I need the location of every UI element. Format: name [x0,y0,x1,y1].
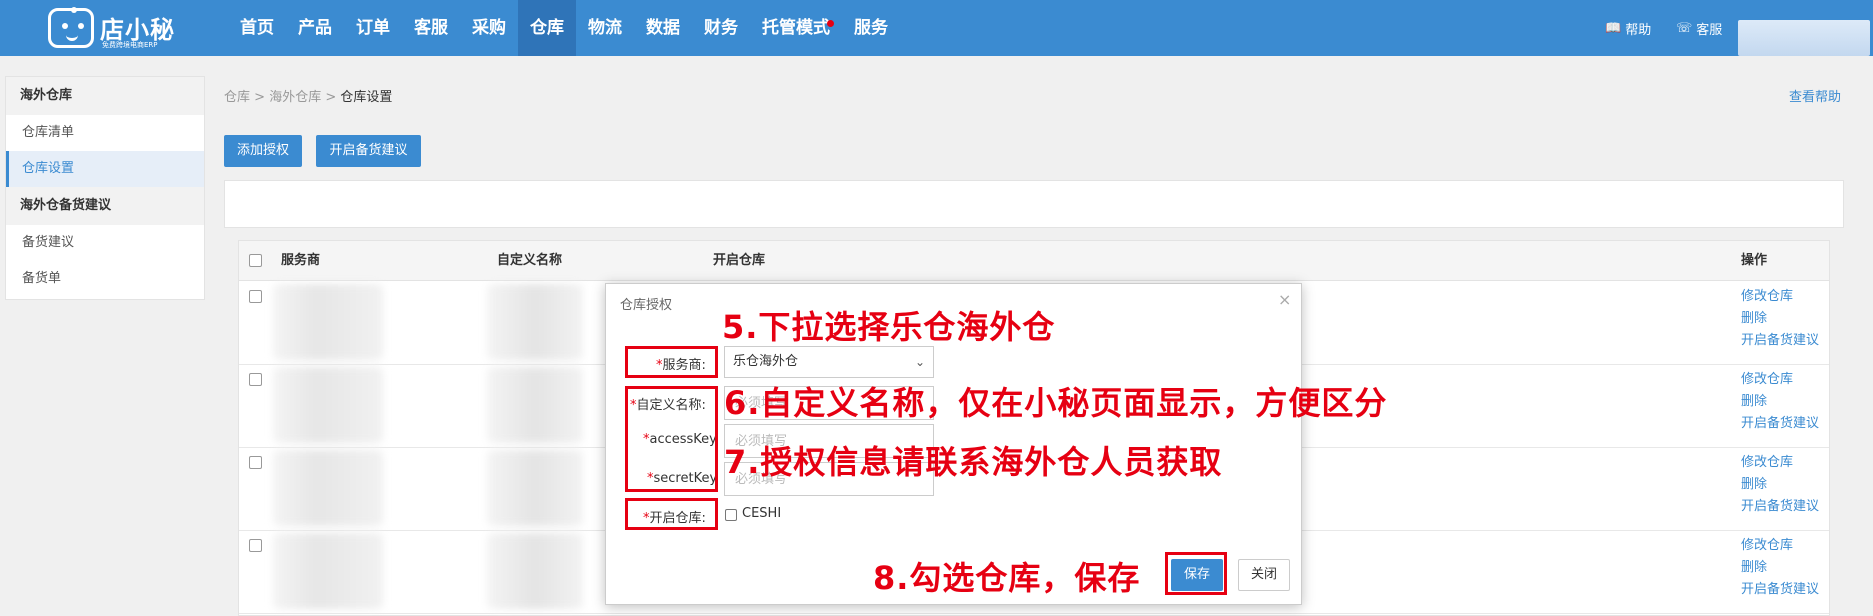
enable-stock-advice-link[interactable]: 开启备货建议 [1741,498,1819,516]
edit-warehouse-link[interactable]: 修改仓库 [1741,371,1819,389]
annotation-box-provider [625,346,718,378]
delete-link[interactable]: 删除 [1741,559,1819,577]
redacted-name [487,450,583,526]
edit-warehouse-link[interactable]: 修改仓库 [1741,288,1819,306]
nav-data[interactable]: 数据 [634,0,692,56]
column-actions: 操作 [1741,253,1768,268]
view-help-link[interactable]: 查看帮助 [1789,86,1841,105]
delete-link[interactable]: 删除 [1741,393,1819,411]
row-checkbox[interactable] [249,539,262,552]
notification-dot-icon [827,20,834,27]
annotation-step7: 7.授权信息请联系海外仓人员获取 [724,443,1223,481]
breadcrumb-item[interactable]: 海外仓库 [269,90,321,105]
nav-finance[interactable]: 财务 [692,0,750,56]
row-actions: 修改仓库 删除 开启备货建议 [1741,371,1819,433]
nav-logistics[interactable]: 物流 [576,0,634,56]
annotation-step8: 8.勾选仓库，保存 [873,559,1141,597]
redacted-provider [273,367,383,443]
breadcrumb-current: 仓库设置 [340,90,393,105]
delete-link[interactable]: 删除 [1741,476,1819,494]
nav-services[interactable]: 服务 [842,0,900,56]
annotation-step6: 6.自定义名称，仅在小秘页面显示，方便区分 [724,384,1388,422]
help-link[interactable]: 📖 帮助 [1605,0,1651,56]
help-label: 帮助 [1625,22,1652,38]
redacted-provider [273,533,383,609]
enable-stock-advice-link[interactable]: 开启备货建议 [1741,332,1819,350]
sidebar-item-warehouse-list[interactable]: 仓库清单 [6,115,204,151]
edit-warehouse-link[interactable]: 修改仓库 [1741,454,1819,472]
redacted-name [487,284,583,360]
logo-tagline: 免费跨境电商ERP [102,41,158,49]
table-header: 服务商 自定义名称 开启仓库 操作 [239,241,1829,281]
column-enabled-warehouse: 开启仓库 [713,253,766,268]
provider-selected-value: 乐仓海外仓 [733,354,799,369]
breadcrumb: 仓库 > 海外仓库 > 仓库设置 [224,90,393,105]
headset-icon: ☏ [1676,20,1693,36]
row-actions: 修改仓库 删除 开启备货建议 [1741,537,1819,599]
redacted-provider [273,284,383,360]
enable-stock-advice-link[interactable]: 开启备货建议 [1741,581,1819,599]
redacted-name [487,367,583,443]
row-actions: 修改仓库 删除 开启备货建议 [1741,454,1819,516]
provider-select[interactable]: 乐仓海外仓 ⌄ [724,346,934,378]
sidebar-group-overseas-warehouse: 海外仓库 [6,77,204,115]
nav-managed-mode[interactable]: 托管模式 [750,0,842,56]
annotation-box-fields [625,386,718,492]
redacted-name [487,533,583,609]
dialog-title: 仓库授权 [620,298,673,313]
row-checkbox[interactable] [249,456,262,469]
select-all-checkbox[interactable] [249,254,262,267]
column-custom-name: 自定义名称 [497,253,563,268]
warehouse-checkbox[interactable] [725,509,737,521]
delete-link[interactable]: 删除 [1741,310,1819,328]
annotation-box-enable [625,498,718,530]
annotation-step5: 5.下拉选择乐仓海外仓 [722,308,1056,346]
row-checkbox[interactable] [249,373,262,386]
redacted-provider [273,450,383,526]
sidebar-item-stock-orders[interactable]: 备货单 [6,261,204,297]
annotation-box-save [1165,552,1227,595]
nav-customer-service[interactable]: 客服 [402,0,460,56]
nav-purchasing[interactable]: 采购 [460,0,518,56]
add-authorization-button[interactable]: 添加授权 [224,135,302,167]
close-button[interactable]: 关闭 [1238,559,1290,591]
service-link[interactable]: ☏ 客服 [1676,0,1722,56]
book-icon: 📖 [1605,20,1622,36]
row-actions: 修改仓库 删除 开启备货建议 [1741,288,1819,350]
chevron-down-icon: ⌄ [914,355,925,369]
nav-products[interactable]: 产品 [286,0,344,56]
edit-warehouse-link[interactable]: 修改仓库 [1741,537,1819,555]
nav-managed-mode-label: 托管模式 [762,18,830,38]
app-logo[interactable]: 店小秘 免费跨境电商ERP [48,4,178,52]
nav-home[interactable]: 首页 [228,0,286,56]
sidebar-item-warehouse-settings[interactable]: 仓库设置 [6,151,204,187]
warehouse-option-label[interactable]: CESHI [742,506,781,521]
column-provider: 服务商 [281,253,321,268]
filter-panel [224,180,1844,228]
nav-orders[interactable]: 订单 [344,0,402,56]
close-icon[interactable]: × [1278,290,1291,309]
service-label: 客服 [1696,22,1723,38]
user-account-box[interactable] [1738,20,1870,56]
sidebar-group-stock-advice: 海外仓备货建议 [6,187,204,225]
sidebar: 海外仓库 仓库清单 仓库设置 海外仓备货建议 备货建议 备货单 [5,76,205,300]
nav-warehouse[interactable]: 仓库 [518,0,576,56]
top-navbar: 店小秘 免费跨境电商ERP 首页 产品 订单 客服 采购 仓库 物流 数据 财务… [0,0,1873,56]
robot-logo-icon [48,7,94,48]
sidebar-item-stock-advice[interactable]: 备货建议 [6,225,204,261]
breadcrumb-item[interactable]: 仓库 [224,90,250,105]
row-checkbox[interactable] [249,290,262,303]
main-nav: 首页 产品 订单 客服 采购 仓库 物流 数据 财务 托管模式 服务 [228,0,900,56]
enable-stock-advice-button[interactable]: 开启备货建议 [316,135,421,167]
enable-stock-advice-link[interactable]: 开启备货建议 [1741,415,1819,433]
